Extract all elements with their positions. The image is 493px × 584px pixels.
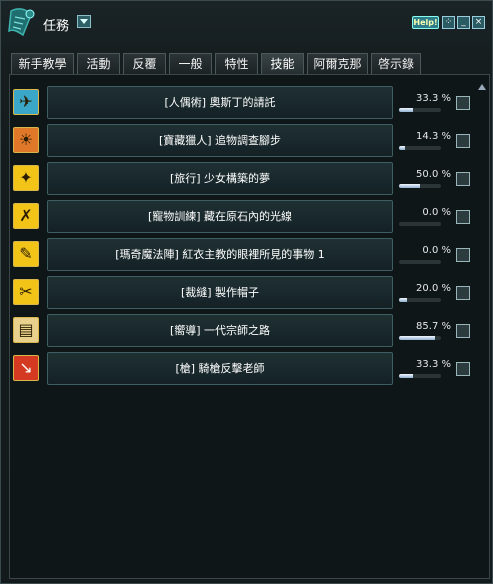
tab-apocalypse[interactable]: 啓示錄 bbox=[371, 53, 421, 74]
quest-progress-bar bbox=[399, 146, 441, 150]
quest-progress-bar bbox=[399, 336, 441, 340]
quest-progress-bar bbox=[399, 298, 441, 302]
pet-training-icon: ✗ bbox=[13, 203, 39, 229]
quest-name[interactable]: [槍] 騎槍反擊老師 bbox=[47, 352, 393, 385]
quest-window: 任務 Help! ⁘ _ × 新手教學 活動 反覆 一般 特性 技能 阿爾克那 … bbox=[0, 0, 493, 584]
quest-percent: 33.3 % bbox=[416, 93, 451, 104]
tab-general[interactable]: 一般 bbox=[169, 53, 212, 74]
quest-name[interactable]: [旅行] 少女構築的夢 bbox=[47, 162, 393, 195]
quest-name[interactable]: [裁縫] 製作帽子 bbox=[47, 276, 393, 309]
quest-track-checkbox[interactable] bbox=[456, 286, 470, 300]
quest-row[interactable]: ✎ [瑪奇魔法陣] 紅衣主教的眼裡所見的事物 1 0.0 % bbox=[11, 238, 473, 272]
quest-name[interactable]: [寵物訓練] 藏在原石內的光線 bbox=[47, 200, 393, 233]
quest-percent: 0.0 % bbox=[422, 207, 451, 218]
tab-repeat[interactable]: 反覆 bbox=[123, 53, 166, 74]
quest-progress-bar bbox=[399, 222, 441, 226]
marionette-icon: ✈ bbox=[13, 89, 39, 115]
quest-track-checkbox[interactable] bbox=[456, 134, 470, 148]
quest-row[interactable]: ↘ [槍] 騎槍反擊老師 33.3 % bbox=[11, 352, 473, 386]
quest-scroll-logo-icon bbox=[8, 8, 35, 37]
quest-name[interactable]: [人偶術] 奧斯丁的請託 bbox=[47, 86, 393, 119]
close-button[interactable]: × bbox=[472, 16, 485, 29]
window-title: 任務 bbox=[43, 19, 70, 34]
quest-percent: 85.7 % bbox=[416, 321, 451, 332]
quest-name[interactable]: [寶藏獵人] 追物調查腳步 bbox=[47, 124, 393, 157]
quest-progress-bar bbox=[399, 184, 441, 188]
quest-track-checkbox[interactable] bbox=[456, 248, 470, 262]
quest-track-checkbox[interactable] bbox=[456, 210, 470, 224]
minimize-button[interactable]: _ bbox=[457, 16, 470, 29]
quest-percent: 14.3 % bbox=[416, 131, 451, 142]
lance-icon: ↘ bbox=[13, 355, 39, 381]
quest-progress-bar bbox=[399, 374, 441, 378]
compass-star-icon: ✦ bbox=[13, 165, 39, 191]
quest-percent: 0.0 % bbox=[422, 245, 451, 256]
quest-progress-bar bbox=[399, 108, 441, 112]
tab-arcana[interactable]: 阿爾克那 bbox=[307, 53, 368, 74]
help-button[interactable]: Help! bbox=[412, 16, 439, 29]
tab-talent[interactable]: 特性 bbox=[215, 53, 258, 74]
quest-progress-bar bbox=[399, 260, 441, 264]
quest-percent: 50.0 % bbox=[416, 169, 451, 180]
treasure-sun-icon: ☀ bbox=[13, 127, 39, 153]
tab-tutorial[interactable]: 新手教學 bbox=[11, 53, 74, 74]
quest-row[interactable]: ☀ [寶藏獵人] 追物調查腳步 14.3 % bbox=[11, 124, 473, 158]
quest-row[interactable]: ✦ [旅行] 少女構築的夢 50.0 % bbox=[11, 162, 473, 196]
quest-row[interactable]: ✗ [寵物訓練] 藏在原石內的光線 0.0 % bbox=[11, 200, 473, 234]
quest-track-checkbox[interactable] bbox=[456, 172, 470, 186]
title-bar[interactable]: 任務 Help! ⁘ _ × bbox=[1, 1, 492, 45]
quest-row[interactable]: ✂ [裁縫] 製作帽子 20.0 % bbox=[11, 276, 473, 310]
tab-skill[interactable]: 技能 bbox=[261, 53, 304, 74]
magic-circle-icon: ✎ bbox=[13, 241, 39, 267]
quest-track-checkbox[interactable] bbox=[456, 96, 470, 110]
scroll-up-arrow[interactable] bbox=[475, 81, 489, 95]
quest-name[interactable]: [瑪奇魔法陣] 紅衣主教的眼裡所見的事物 1 bbox=[47, 238, 393, 271]
quest-row[interactable]: ✈ [人偶術] 奧斯丁的請託 33.3 % bbox=[11, 86, 473, 120]
tailoring-icon: ✂ bbox=[13, 279, 39, 305]
tab-event[interactable]: 活動 bbox=[77, 53, 120, 74]
quest-track-checkbox[interactable] bbox=[456, 324, 470, 338]
resize-button[interactable]: ⁘ bbox=[442, 16, 455, 29]
quest-track-checkbox[interactable] bbox=[456, 362, 470, 376]
quest-percent: 33.3 % bbox=[416, 359, 451, 370]
guide-scroll-icon: ▤ bbox=[13, 317, 39, 343]
quest-name[interactable]: [嚮導] 一代宗師之路 bbox=[47, 314, 393, 347]
quest-percent: 20.0 % bbox=[416, 283, 451, 294]
quest-row[interactable]: ▤ [嚮導] 一代宗師之路 85.7 % bbox=[11, 314, 473, 348]
title-dropdown-button[interactable] bbox=[77, 15, 91, 28]
